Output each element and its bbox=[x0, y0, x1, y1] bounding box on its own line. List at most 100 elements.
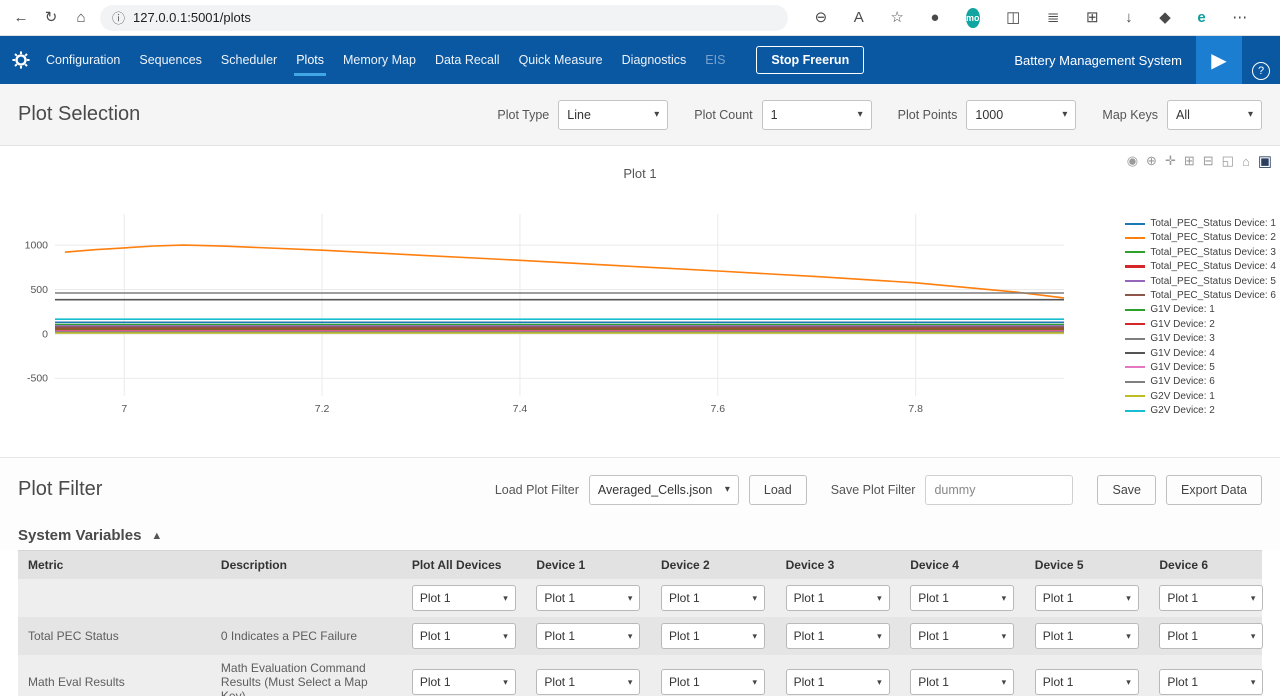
legend-swatch bbox=[1125, 237, 1145, 239]
plot-select[interactable]: Plot 1▾ bbox=[412, 585, 516, 611]
plot-type-select[interactable]: Line ▾ bbox=[558, 100, 668, 130]
export-data-button[interactable]: Export Data bbox=[1166, 475, 1262, 505]
plot-select-value: Plot 1 bbox=[1043, 591, 1074, 605]
col-header-device-3: Device 3 bbox=[776, 551, 901, 580]
map-keys-select[interactable]: All ▾ bbox=[1167, 100, 1262, 130]
legend-item[interactable]: Total_PEC_Status Device: 3 bbox=[1125, 247, 1276, 258]
legend-item[interactable]: G1V Device: 1 bbox=[1125, 304, 1276, 315]
plot-select[interactable]: Plot 1▾ bbox=[786, 585, 890, 611]
split-screen-icon[interactable]: ◫ bbox=[1006, 5, 1020, 31]
pan-icon[interactable]: ✛ bbox=[1161, 153, 1180, 169]
map-keys-value: All bbox=[1176, 108, 1190, 122]
site-info-icon[interactable]: ⓘ bbox=[112, 8, 125, 27]
url-text: 127.0.0.1:5001/plots bbox=[133, 10, 251, 25]
more-icon[interactable]: ⋯ bbox=[1232, 5, 1247, 31]
chart-section: ◉⊕✛⊞⊟◱⌂▣ Plot 1 77.27.47.67.8-5000500100… bbox=[0, 146, 1280, 457]
legend-swatch bbox=[1125, 309, 1145, 311]
plot-select[interactable]: Plot 1▾ bbox=[1035, 669, 1139, 695]
extensions-icon[interactable]: ◆ bbox=[1159, 5, 1171, 31]
save-button[interactable]: Save bbox=[1097, 475, 1156, 505]
plot-points-select[interactable]: 1000 ▾ bbox=[966, 100, 1076, 130]
nav-item-scheduler[interactable]: Scheduler bbox=[221, 36, 277, 84]
plot-select[interactable]: Plot 1▾ bbox=[412, 623, 516, 649]
plot-select[interactable]: Plot 1▾ bbox=[412, 669, 516, 695]
chevron-down-icon: ▾ bbox=[1002, 631, 1007, 642]
plot-select[interactable]: Plot 1▾ bbox=[1035, 585, 1139, 611]
legend-item[interactable]: G1V Device: 3 bbox=[1125, 333, 1276, 344]
legend-item[interactable]: G1V Device: 6 bbox=[1125, 376, 1276, 387]
plot-count-select[interactable]: 1 ▾ bbox=[762, 100, 872, 130]
monica-icon[interactable]: mo bbox=[966, 8, 980, 28]
plot-select[interactable]: Plot 1▾ bbox=[786, 669, 890, 695]
help-button[interactable]: ? bbox=[1252, 62, 1270, 80]
favorites-bar-icon[interactable]: ≣ bbox=[1047, 5, 1060, 31]
legend-item[interactable]: Total_PEC_Status Device: 1 bbox=[1125, 218, 1276, 229]
plot-select[interactable]: Plot 1▾ bbox=[1159, 623, 1263, 649]
legend-item[interactable]: G1V Device: 4 bbox=[1125, 348, 1276, 359]
reset-axes-icon[interactable]: ⌂ bbox=[1238, 154, 1254, 169]
plot-select-value: Plot 1 bbox=[794, 629, 825, 643]
map-keys-label: Map Keys bbox=[1102, 108, 1158, 122]
legend-item[interactable]: G1V Device: 2 bbox=[1125, 319, 1276, 330]
browser-essentials-icon[interactable]: e bbox=[1197, 5, 1205, 31]
settings-gear-icon[interactable] bbox=[12, 36, 30, 84]
plot-filter-bar: Plot Filter Load Plot Filter Averaged_Ce… bbox=[0, 457, 1280, 521]
nav-item-memory-map[interactable]: Memory Map bbox=[343, 36, 416, 84]
chevron-down-icon: ▾ bbox=[877, 593, 882, 604]
camera-icon[interactable]: ◉ bbox=[1123, 153, 1142, 169]
extension-badge-icon[interactable]: ● bbox=[930, 5, 939, 31]
plot-canvas[interactable]: 77.27.47.67.8-50005001000 bbox=[8, 200, 1073, 420]
stop-freerun-button[interactable]: Stop Freerun bbox=[756, 46, 864, 74]
plot-select-value: Plot 1 bbox=[669, 629, 700, 643]
plot-select[interactable]: Plot 1▾ bbox=[661, 623, 765, 649]
nav-item-data-recall[interactable]: Data Recall bbox=[435, 36, 500, 84]
plot-select[interactable]: Plot 1 ▾ bbox=[661, 585, 765, 611]
zoom-out-icon[interactable]: ⊟ bbox=[1199, 153, 1218, 169]
nav-item-quick-measure[interactable]: Quick Measure bbox=[519, 36, 603, 84]
plot-select[interactable]: Plot 1▾ bbox=[1159, 669, 1263, 695]
zoom-icon[interactable]: ⊖ bbox=[815, 5, 828, 31]
system-variables-toggle[interactable]: System Variables ▲ bbox=[0, 521, 1280, 550]
nav-item-diagnostics[interactable]: Diagnostics bbox=[622, 36, 687, 84]
legend-item[interactable]: Total_PEC_Status Device: 5 bbox=[1125, 276, 1276, 287]
app-title: Battery Management System bbox=[1014, 53, 1182, 68]
load-button[interactable]: Load bbox=[749, 475, 807, 505]
nav-item-plots[interactable]: Plots bbox=[296, 36, 324, 84]
read-aloud-icon[interactable]: A bbox=[854, 5, 864, 31]
zoom-icon[interactable]: ⊕ bbox=[1142, 153, 1161, 169]
legend-item[interactable]: Total_PEC_Status Device: 4 bbox=[1125, 261, 1276, 272]
legend-item[interactable]: G2V Device: 1 bbox=[1125, 391, 1276, 402]
load-filter-select[interactable]: Averaged_Cells.json ▾ bbox=[589, 475, 739, 505]
plot-select[interactable]: Plot 1▾ bbox=[910, 585, 1014, 611]
back-icon[interactable]: ← bbox=[6, 5, 36, 31]
nav-item-configuration[interactable]: Configuration bbox=[46, 36, 120, 84]
plot-select[interactable]: Plot 1▾ bbox=[1159, 585, 1263, 611]
chevron-down-icon: ▾ bbox=[752, 593, 757, 604]
nav-item-sequences[interactable]: Sequences bbox=[139, 36, 202, 84]
zoom-in-icon[interactable]: ⊞ bbox=[1180, 153, 1199, 169]
legend-item[interactable]: Total_PEC_Status Device: 6 bbox=[1125, 290, 1276, 301]
chevron-down-icon: ▾ bbox=[1251, 631, 1256, 642]
plot-select-value: Plot 1 bbox=[669, 591, 700, 605]
plot-select[interactable]: Plot 1▾ bbox=[1035, 623, 1139, 649]
legend-item[interactable]: Total_PEC_Status Device: 2 bbox=[1125, 232, 1276, 243]
favorites-icon[interactable]: ☆ bbox=[890, 5, 903, 31]
plot-select[interactable]: Plot 1▾ bbox=[661, 669, 765, 695]
refresh-icon[interactable]: ↻ bbox=[36, 5, 66, 31]
autoscale-icon[interactable]: ◱ bbox=[1218, 153, 1238, 169]
save-filter-input[interactable] bbox=[925, 475, 1073, 505]
legend-item[interactable]: G2V Device: 2 bbox=[1125, 405, 1276, 416]
plot-select[interactable]: Plot 1▾ bbox=[786, 623, 890, 649]
downloads-icon[interactable]: ↓ bbox=[1125, 5, 1133, 31]
collections-icon[interactable]: ⊞ bbox=[1086, 5, 1099, 31]
play-button[interactable]: ▶ bbox=[1196, 36, 1242, 84]
plot-select[interactable]: Plot 1▾ bbox=[536, 585, 640, 611]
plot-select[interactable]: Plot 1▾ bbox=[910, 623, 1014, 649]
plotly-logo-icon[interactable]: ▣ bbox=[1254, 152, 1276, 170]
plot-select[interactable]: Plot 1▾ bbox=[536, 623, 640, 649]
address-bar[interactable]: ⓘ 127.0.0.1:5001/plots bbox=[100, 5, 788, 31]
plot-select[interactable]: Plot 1▾ bbox=[536, 669, 640, 695]
legend-item[interactable]: G1V Device: 5 bbox=[1125, 362, 1276, 373]
home-icon[interactable]: ⌂ bbox=[66, 5, 96, 31]
plot-select[interactable]: Plot 1▾ bbox=[910, 669, 1014, 695]
